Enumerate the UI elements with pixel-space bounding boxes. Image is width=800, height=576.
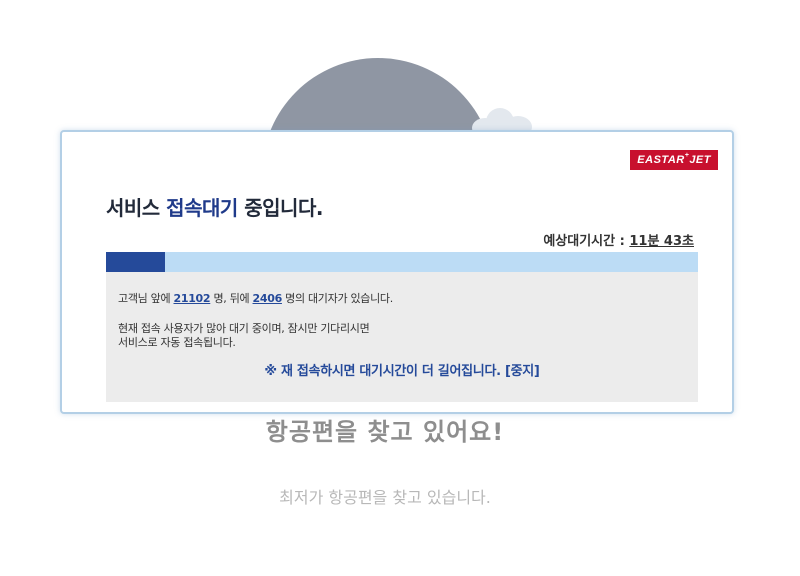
loading-title: 항공편을 찾고 있어요! [265,418,505,446]
queue-after-text: 명의 대기자가 있습니다. [281,292,393,305]
queue-before-text: 고객님 앞에 [118,292,174,305]
heading-prefix: 서비스 [106,196,167,220]
queue-progress-bar [106,252,698,272]
heading-accent: 접속대기 [166,196,238,220]
notice-line-2: 서비스로 자동 접속됩니다. [118,336,236,349]
ahead-count: 21102 [173,292,211,305]
heading-suffix: 중입니다. [237,196,323,220]
logo-text: EASTAR [637,154,685,166]
queue-middle-text: 명, 뒤에 [210,292,253,305]
page: 항공편을 찾고 있어요! 최저가 항공편을 찾고 있습니다. EASTAR+JE… [0,0,800,576]
estimated-wait: 예상대기시간 : 11분 43초 [543,230,694,249]
loading-subtitle: 최저가 항공편을 찾고 있습니다. [279,488,491,507]
queue-progress-fill [106,252,166,272]
eta-label: 예상대기시간 : [543,234,630,249]
eta-value: 11분 43초 [629,234,694,249]
reconnect-warning-stop-link[interactable]: ※ 재 접속하시면 대기시간이 더 길어집니다. [중지] [106,360,698,379]
behind-count: 2406 [252,292,283,305]
notice-line-1: 현재 접속 사용자가 많아 대기 중이며, 잠시만 기다리시면 [118,322,370,335]
eastar-jet-logo: EASTAR+JET [630,150,718,170]
waiting-queue-dialog: EASTAR+JET 서비스 접속대기 중입니다. 예상대기시간 : 11분 4… [60,130,734,414]
queue-info-panel: 고객님 앞에 21102 명, 뒤에 2406 명의 대기자가 있습니다. 현재… [106,272,698,402]
queue-position-text: 고객님 앞에 21102 명, 뒤에 2406 명의 대기자가 있습니다. [118,290,686,306]
dialog-heading: 서비스 접속대기 중입니다. [106,192,323,221]
logo-suffix: JET [689,154,711,166]
